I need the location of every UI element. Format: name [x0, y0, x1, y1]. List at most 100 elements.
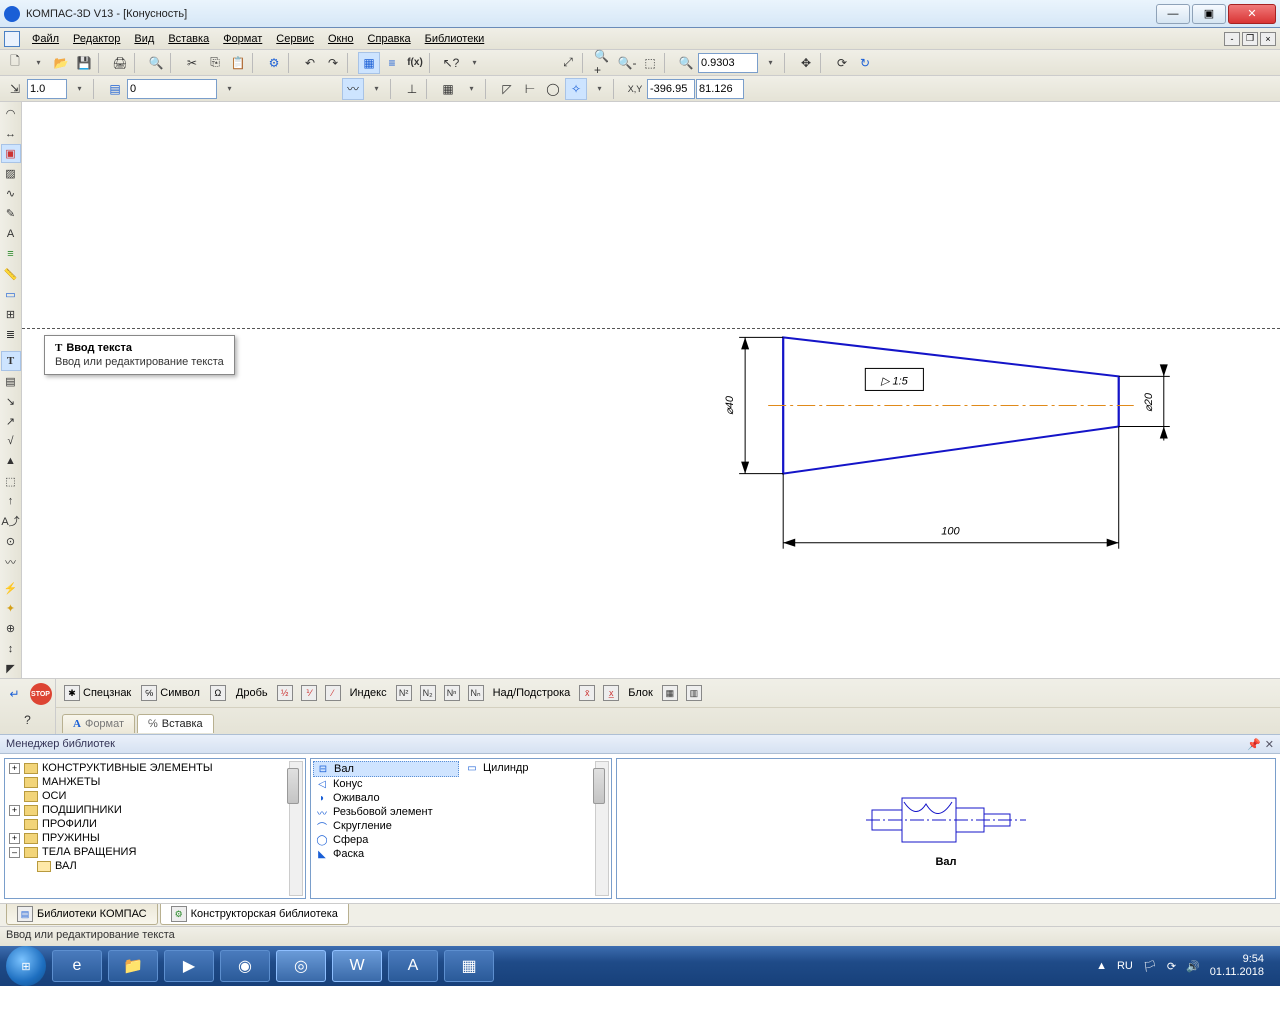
task-media[interactable]: ▶: [164, 950, 214, 982]
zoom-dropdown[interactable]: [759, 52, 781, 74]
snap-mid-button[interactable]: ⊢: [519, 78, 541, 100]
supersub-button[interactable]: Над/Подстрока: [489, 685, 575, 701]
vtool-section[interactable]: A⤴: [1, 512, 21, 531]
mdi-restore-button[interactable]: ❐: [1242, 32, 1258, 46]
undo-button[interactable]: ↶: [299, 52, 321, 74]
frac1-button[interactable]: ½: [274, 682, 296, 704]
vtool-center2[interactable]: ✦: [1, 599, 21, 618]
coord-y-input[interactable]: [696, 79, 744, 99]
list-item-thread[interactable]: 〰Резьбовой элемент: [313, 805, 459, 819]
vtool-datum[interactable]: ⬚: [1, 472, 21, 491]
zoom-prev-button[interactable]: 🔍: [675, 52, 697, 74]
scale-input[interactable]: [27, 79, 67, 99]
pan-button[interactable]: ✥: [795, 52, 817, 74]
properties-button[interactable]: ⚙: [263, 52, 285, 74]
tab-format[interactable]: AФормат: [62, 714, 135, 733]
task-chrome[interactable]: ◉: [220, 950, 270, 982]
vtool-leader2[interactable]: ↗: [1, 412, 21, 431]
libmgr-close-button[interactable]: ✕: [1265, 738, 1274, 751]
vtool-weld[interactable]: ◤: [1, 659, 21, 678]
tree-item-seals[interactable]: МАНЖЕТЫ: [42, 776, 100, 788]
zoom-value-input[interactable]: [698, 53, 758, 73]
vtool-select[interactable]: ▭: [1, 285, 21, 304]
maximize-button[interactable]: ▣: [1192, 4, 1226, 24]
layer-button[interactable]: ▤: [104, 78, 126, 100]
fraction-button[interactable]: Дробь: [232, 685, 272, 701]
mdi-close-button[interactable]: ×: [1260, 32, 1276, 46]
layer-dropdown[interactable]: [218, 78, 240, 100]
linestyle-button[interactable]: 〰: [342, 78, 364, 100]
snap-node-button[interactable]: ✧: [565, 78, 587, 100]
tree-item-axes[interactable]: ОСИ: [42, 790, 66, 802]
vtool-view[interactable]: ⊙: [1, 532, 21, 551]
help-pointer-button[interactable]: ↖?: [440, 52, 462, 74]
library-manager-button[interactable]: ▦: [358, 52, 380, 74]
snap-end-button[interactable]: ◸: [496, 78, 518, 100]
expand-icon[interactable]: +: [9, 833, 20, 844]
preview-button[interactable]: 🔍: [145, 52, 167, 74]
ss1-button[interactable]: x̄: [576, 682, 598, 704]
menu-view[interactable]: Вид: [128, 31, 160, 47]
close-button[interactable]: ✕: [1228, 4, 1276, 24]
help-button[interactable]: ?: [17, 709, 39, 730]
copy-button[interactable]: ⎘: [204, 52, 226, 74]
list-item-fillet[interactable]: ⌒Скругление: [313, 819, 459, 833]
frac3-button[interactable]: ⁄: [322, 682, 344, 704]
task-kompas[interactable]: ◎: [276, 950, 326, 982]
linestyle-dropdown[interactable]: [365, 78, 387, 100]
vtool-wave[interactable]: 〰: [1, 552, 21, 571]
block-button[interactable]: Блок: [624, 685, 657, 701]
list-item-cone[interactable]: ◁Конус: [313, 777, 459, 791]
list-scrollbar[interactable]: [595, 761, 609, 896]
vtool-leader1[interactable]: ↘: [1, 392, 21, 411]
tree-item-profiles[interactable]: ПРОФИЛИ: [42, 818, 97, 830]
menu-file[interactable]: Файл: [26, 31, 65, 47]
vtool-edit[interactable]: ✎: [1, 204, 21, 223]
index-button[interactable]: Индекс: [346, 685, 391, 701]
grid-dropdown[interactable]: [460, 78, 482, 100]
open-button[interactable]: 📂: [50, 52, 72, 74]
collapse-icon[interactable]: –: [9, 847, 20, 858]
idx4-button[interactable]: Nₙ: [465, 682, 487, 704]
library-list[interactable]: ⊟Вал ◁Конус ◗Оживало 〰Резьбовой элемент …: [310, 758, 612, 899]
ss2-button[interactable]: x̲: [600, 682, 622, 704]
minimize-button[interactable]: —: [1156, 4, 1190, 24]
new-dropdown[interactable]: [27, 52, 49, 74]
vtool-measure[interactable]: 📏: [1, 265, 21, 284]
menu-insert[interactable]: Вставка: [162, 31, 215, 47]
zoom-fit-button[interactable]: ⤢: [557, 52, 579, 74]
fx-button[interactable]: f(x): [404, 52, 426, 74]
symbol-button[interactable]: ℅Символ: [137, 683, 204, 703]
zoom-in-button[interactable]: 🔍+: [593, 52, 615, 74]
cut-button[interactable]: ✂: [181, 52, 203, 74]
tray-clock[interactable]: 9:54 01.11.2018: [1210, 953, 1264, 979]
specchar-button[interactable]: ✱Спецзнак: [60, 683, 135, 703]
vtool-center1[interactable]: ⚡: [1, 579, 21, 598]
menu-editor[interactable]: Редактор: [67, 31, 126, 47]
vtool-rough[interactable]: √: [1, 432, 21, 451]
list-item-shaft[interactable]: ⊟Вал: [313, 761, 459, 777]
blk1-button[interactable]: ▦: [659, 682, 681, 704]
stop-button[interactable]: STOP: [30, 683, 52, 705]
redo-button[interactable]: ↷: [322, 52, 344, 74]
print-button[interactable]: 🖨: [109, 52, 131, 74]
zoom-out-button[interactable]: 🔍-: [616, 52, 638, 74]
idx3-button[interactable]: Nⁿ: [441, 682, 463, 704]
document-icon[interactable]: [4, 31, 20, 47]
menu-window[interactable]: Окно: [322, 31, 360, 47]
tray-volume-icon[interactable]: 🔊: [1186, 960, 1200, 973]
expand-icon[interactable]: +: [9, 763, 20, 774]
vtool-axis[interactable]: ⊕: [1, 619, 21, 638]
tray-up-icon[interactable]: ▲: [1096, 960, 1107, 972]
list-item-sphere[interactable]: ◯Сфера: [313, 833, 459, 847]
list-item-ogive[interactable]: ◗Оживало: [313, 791, 459, 805]
list-item-cylinder[interactable]: ▭Цилиндр: [463, 761, 609, 775]
tray-sync-icon[interactable]: ⟳: [1167, 960, 1176, 973]
list-item-chamfer[interactable]: ◣Фаска: [313, 847, 459, 861]
tree-item-bearings[interactable]: ПОДШИПНИКИ: [42, 804, 122, 816]
new-button[interactable]: 🗋: [4, 52, 26, 74]
start-button[interactable]: ⊞: [6, 946, 46, 986]
menu-format[interactable]: Формат: [217, 31, 268, 47]
menu-help[interactable]: Справка: [362, 31, 417, 47]
vtool-curve[interactable]: ∿: [1, 184, 21, 203]
